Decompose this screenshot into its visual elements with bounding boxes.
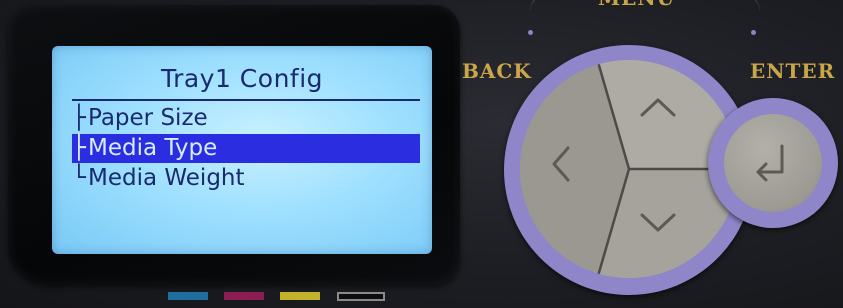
menu-item-label: Media Type (88, 135, 218, 161)
lcd-bezel: Tray1 Config ├Paper Size ├Media Type └Me… (8, 5, 460, 285)
menu-label: MENU (598, 0, 675, 10)
enter-button[interactable] (724, 114, 822, 212)
printer-control-panel: Tray1 Config ├Paper Size ├Media Type └Me… (0, 0, 843, 308)
tree-end-icon: └ (72, 165, 86, 191)
lcd-title-divider (72, 99, 420, 101)
arc-dot-right (751, 30, 756, 35)
directional-pad (520, 60, 738, 278)
lcd-screen: Tray1 Config ├Paper Size ├Media Type └Me… (52, 46, 432, 254)
tree-branch-icon: ├ (72, 135, 86, 161)
arc-dot-left (528, 30, 533, 35)
menu-item-paper-size[interactable]: ├Paper Size (72, 104, 420, 133)
tree-branch-icon: ├ (72, 105, 86, 131)
menu-item-label: Media Weight (88, 165, 245, 191)
toner-indicator-yellow (280, 292, 320, 300)
menu-item-label: Paper Size (88, 105, 208, 131)
toner-indicator-black (337, 292, 385, 301)
menu-item-media-weight[interactable]: └Media Weight (72, 164, 420, 193)
enter-return-icon (756, 144, 784, 182)
toner-indicator-cyan (168, 292, 208, 300)
enter-label: ENTER (750, 59, 836, 83)
toner-indicator-magenta (224, 292, 264, 300)
lcd-title: Tray1 Config (160, 64, 324, 93)
back-button[interactable] (520, 90, 602, 250)
menu-item-media-type[interactable]: ├Media Type (72, 134, 420, 163)
